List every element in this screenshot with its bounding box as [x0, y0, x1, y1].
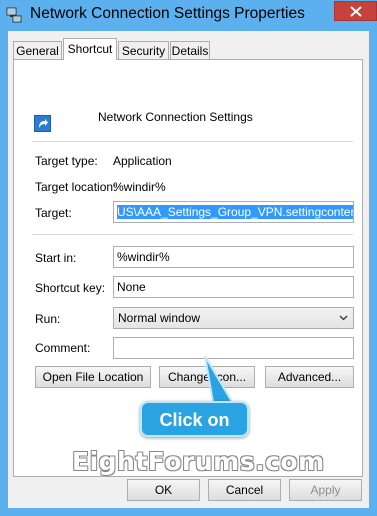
- start-in-label: Start in:: [35, 251, 77, 265]
- shortcut-arrow-icon: [34, 115, 51, 132]
- run-select[interactable]: Normal window: [113, 307, 354, 329]
- tab-details[interactable]: Details: [170, 41, 210, 59]
- open-file-location-button[interactable]: Open File Location: [35, 366, 151, 388]
- target-location-label: Target location:: [35, 180, 117, 194]
- tab-general[interactable]: General: [13, 41, 62, 59]
- target-type-value: Application: [113, 154, 172, 168]
- callout-bubble: Click on: [140, 401, 249, 437]
- target-label: Target:: [35, 206, 72, 220]
- target-value: US\AAA_Settings_Group_VPN.settingcontent…: [117, 205, 353, 219]
- apply-button[interactable]: Apply: [289, 479, 362, 501]
- shortcut-name: Network Connection Settings: [98, 110, 253, 124]
- run-select-value: Normal window: [118, 311, 201, 325]
- divider: [32, 141, 353, 142]
- properties-window: Network Connection Settings Properties G…: [0, 0, 377, 516]
- target-input[interactable]: US\AAA_Settings_Group_VPN.settingcontent…: [113, 201, 354, 223]
- window-title: Network Connection Settings Properties: [30, 5, 305, 22]
- chevron-down-icon: [339, 315, 348, 321]
- advanced-button[interactable]: Advanced...: [265, 366, 354, 388]
- callout-text: Click on: [159, 410, 230, 430]
- ok-button[interactable]: OK: [127, 479, 200, 501]
- watermark-logo: EightForums.com: [72, 447, 325, 476]
- tab-shortcut[interactable]: Shortcut: [63, 38, 117, 60]
- run-label: Run:: [35, 312, 61, 326]
- shortcut-key-input[interactable]: None: [113, 276, 354, 298]
- cancel-button[interactable]: Cancel: [208, 479, 281, 501]
- shortcut-key-label: Shortcut key:: [35, 281, 106, 295]
- callout-pointer: [204, 356, 234, 403]
- close-icon: [350, 6, 362, 17]
- comment-label: Comment:: [35, 341, 91, 355]
- tab-security[interactable]: Security: [118, 41, 169, 59]
- title-bar[interactable]: Network Connection Settings Properties: [0, 0, 377, 32]
- close-button[interactable]: [334, 1, 377, 21]
- target-location-value: %windir%: [113, 180, 166, 194]
- target-type-label: Target type:: [35, 154, 98, 168]
- start-in-input[interactable]: %windir%: [113, 246, 354, 268]
- network-settings-icon: [6, 7, 22, 23]
- divider: [32, 234, 353, 235]
